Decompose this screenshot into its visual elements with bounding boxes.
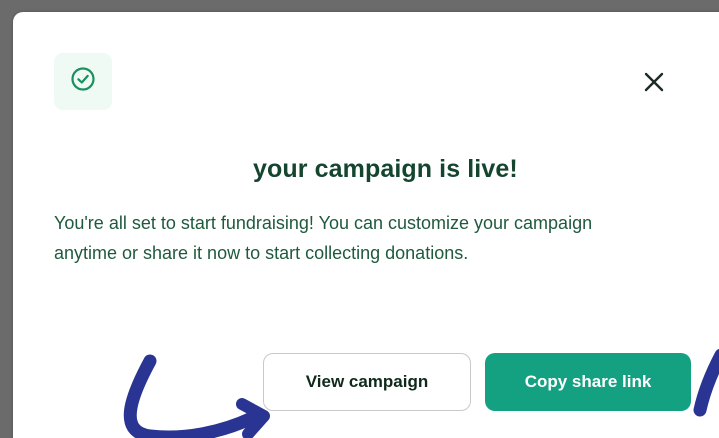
copy-share-link-button[interactable]: Copy share link	[485, 353, 691, 411]
close-button[interactable]	[639, 68, 669, 98]
success-badge	[54, 53, 112, 110]
check-circle-icon	[70, 66, 96, 97]
page: your campaign is live! You're all set to…	[0, 0, 719, 438]
view-campaign-button[interactable]: View campaign	[263, 353, 471, 411]
dialog-message: You're all set to start fundraising! You…	[54, 213, 593, 263]
campaign-live-dialog: your campaign is live! You're all set to…	[13, 12, 719, 438]
dialog-title: your campaign is live!	[253, 155, 518, 183]
close-icon	[643, 71, 665, 96]
